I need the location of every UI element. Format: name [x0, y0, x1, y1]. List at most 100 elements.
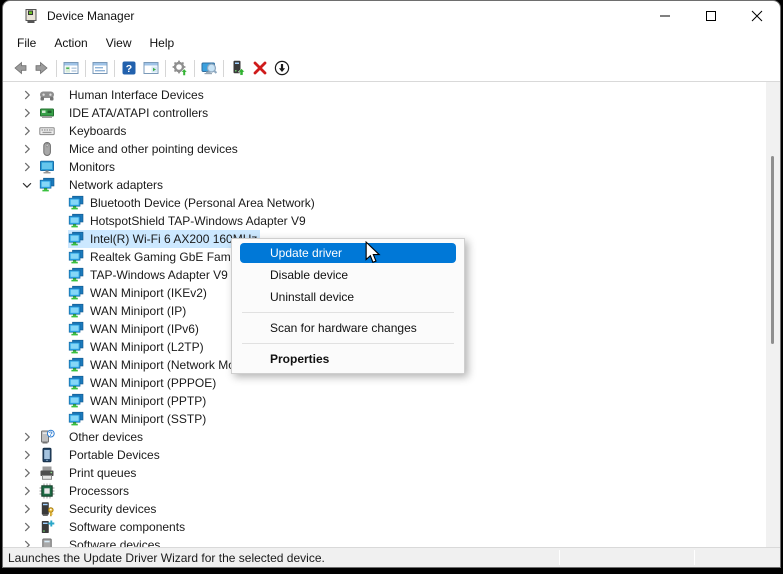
tree-item-label: HotspotShield TAP-Windows Adapter V9 — [90, 213, 309, 229]
help-button[interactable]: ? — [118, 57, 140, 79]
tree-item-label: Keyboards — [69, 123, 129, 139]
context-menu-separator — [242, 312, 454, 313]
chevron-right-icon[interactable] — [20, 484, 34, 498]
forward-button[interactable] — [31, 57, 53, 79]
status-text: Launches the Update Driver Wizard for th… — [8, 551, 325, 565]
chevron-right-icon[interactable] — [20, 466, 34, 480]
network-adapter-icon — [39, 177, 55, 193]
maximize-button[interactable] — [688, 1, 734, 31]
keyboard-icon — [39, 123, 55, 139]
menu-view[interactable]: View — [97, 33, 141, 53]
tree-item-label: Processors — [69, 483, 132, 499]
network-adapter-icon — [68, 231, 84, 247]
processor-icon — [39, 483, 55, 499]
action-pane-button[interactable] — [140, 57, 162, 79]
software-component-icon — [39, 519, 55, 535]
svg-text:?: ? — [126, 63, 132, 75]
network-adapter-icon — [68, 321, 84, 337]
svg-text:?: ? — [49, 431, 53, 438]
tree-item[interactable]: WAN Miniport (PPPOE) — [3, 374, 780, 392]
chevron-right-icon[interactable] — [20, 520, 34, 534]
tree-item[interactable]: Security devices — [3, 500, 780, 518]
tree-item[interactable]: Portable Devices — [3, 446, 780, 464]
context-menu-item-update-driver[interactable]: Update driver — [240, 243, 456, 263]
scrollbar-thumb[interactable] — [771, 156, 774, 344]
properties-window-button[interactable] — [89, 57, 111, 79]
tree-item[interactable]: IDE ATA/ATAPI controllers — [3, 104, 780, 122]
tree-item[interactable]: ?Other devices — [3, 428, 780, 446]
scan-hardware-changes-button[interactable] — [198, 57, 220, 79]
menu-file[interactable]: File — [8, 33, 45, 53]
vertical-scrollbar[interactable] — [766, 82, 780, 547]
tree-item[interactable]: Keyboards — [3, 122, 780, 140]
chevron-right-icon[interactable] — [20, 88, 34, 102]
tree-item-label: Security devices — [69, 501, 159, 517]
chevron-right-icon[interactable] — [20, 502, 34, 516]
chevron-right-icon[interactable] — [20, 448, 34, 462]
tree-item-label: Network adapters — [69, 177, 166, 193]
chevron-right-icon[interactable] — [20, 538, 34, 547]
network-adapter-icon — [68, 213, 84, 229]
tree-item-label: WAN Miniport (IP) — [90, 303, 189, 319]
window-controls — [642, 1, 780, 31]
tree-item-label: WAN Miniport (IPv6) — [90, 321, 202, 337]
toolbar-separator — [56, 60, 57, 77]
context-menu-item-scan-for-hardware-changes[interactable]: Scan for hardware changes — [232, 317, 464, 339]
tree-item[interactable]: Human Interface Devices — [3, 86, 780, 104]
hid-icon — [39, 87, 55, 103]
tree-item-label: Monitors — [69, 159, 118, 175]
uninstall-device-button[interactable] — [249, 57, 271, 79]
uninstall-x-icon — [252, 60, 268, 76]
context-menu-item-properties[interactable]: Properties — [232, 348, 464, 370]
chevron-right-icon[interactable] — [20, 124, 34, 138]
tree-item[interactable]: Software devices — [3, 536, 780, 547]
tree-item[interactable]: WAN Miniport (SSTP) — [3, 410, 780, 428]
tree-item-label: Software components — [69, 519, 188, 535]
tree-item-label: Bluetooth Device (Personal Area Network) — [90, 195, 318, 211]
chevron-right-icon[interactable] — [20, 142, 34, 156]
show-console-tree-button[interactable] — [60, 57, 82, 79]
context-menu-separator — [242, 343, 454, 344]
menu-help[interactable]: Help — [141, 33, 184, 53]
context-menu-item-disable-device[interactable]: Disable device — [232, 264, 464, 286]
tree-item[interactable]: Monitors — [3, 158, 780, 176]
context-menu-item-uninstall-device[interactable]: Uninstall device — [232, 286, 464, 308]
tree-item[interactable]: Processors — [3, 482, 780, 500]
tree-item[interactable]: Network adapters — [3, 176, 780, 194]
tree-item[interactable]: WAN Miniport (PPTP) — [3, 392, 780, 410]
screen: Device Manager FileActionViewHelp ? Huma… — [0, 0, 783, 574]
chevron-down-icon[interactable] — [20, 178, 34, 192]
chevron-right-icon[interactable] — [20, 106, 34, 120]
network-adapter-icon — [68, 357, 84, 373]
mouse-icon — [39, 141, 55, 157]
tree-item[interactable]: Software components — [3, 518, 780, 536]
update-driver-button[interactable] — [227, 57, 249, 79]
tree-item[interactable]: HotspotShield TAP-Windows Adapter V9 — [3, 212, 780, 230]
chevron-right-icon[interactable] — [20, 430, 34, 444]
tree-item[interactable]: Bluetooth Device (Personal Area Network) — [3, 194, 780, 212]
network-adapter-icon — [68, 339, 84, 355]
disable-device-button[interactable] — [271, 57, 293, 79]
tree-item[interactable]: Mice and other pointing devices — [3, 140, 780, 158]
tree-item-label: Mice and other pointing devices — [69, 141, 241, 157]
tree-item-label: Print queues — [69, 465, 139, 481]
close-button[interactable] — [734, 1, 780, 31]
forward-arrow-icon — [34, 60, 50, 76]
toolbar-separator — [223, 60, 224, 77]
network-adapter-icon — [68, 375, 84, 391]
network-adapter-icon — [68, 267, 84, 283]
menu-action[interactable]: Action — [45, 33, 96, 53]
console-tree-icon — [63, 60, 79, 76]
tree-item[interactable]: Print queues — [3, 464, 780, 482]
add-drivers-button[interactable] — [169, 57, 191, 79]
minimize-button[interactable] — [642, 1, 688, 31]
chevron-right-icon[interactable] — [20, 160, 34, 174]
security-device-icon — [39, 501, 55, 517]
status-bar: Launches the Update Driver Wizard for th… — [3, 547, 780, 567]
tree-item-label: WAN Miniport (IKEv2) — [90, 285, 210, 301]
device-update-icon — [230, 60, 246, 76]
tree-item-label: WAN Miniport (PPPOE) — [90, 375, 219, 391]
tree-item-label: TAP-Windows Adapter V9 — [90, 267, 231, 283]
monitor-icon — [39, 159, 55, 175]
back-button[interactable] — [9, 57, 31, 79]
